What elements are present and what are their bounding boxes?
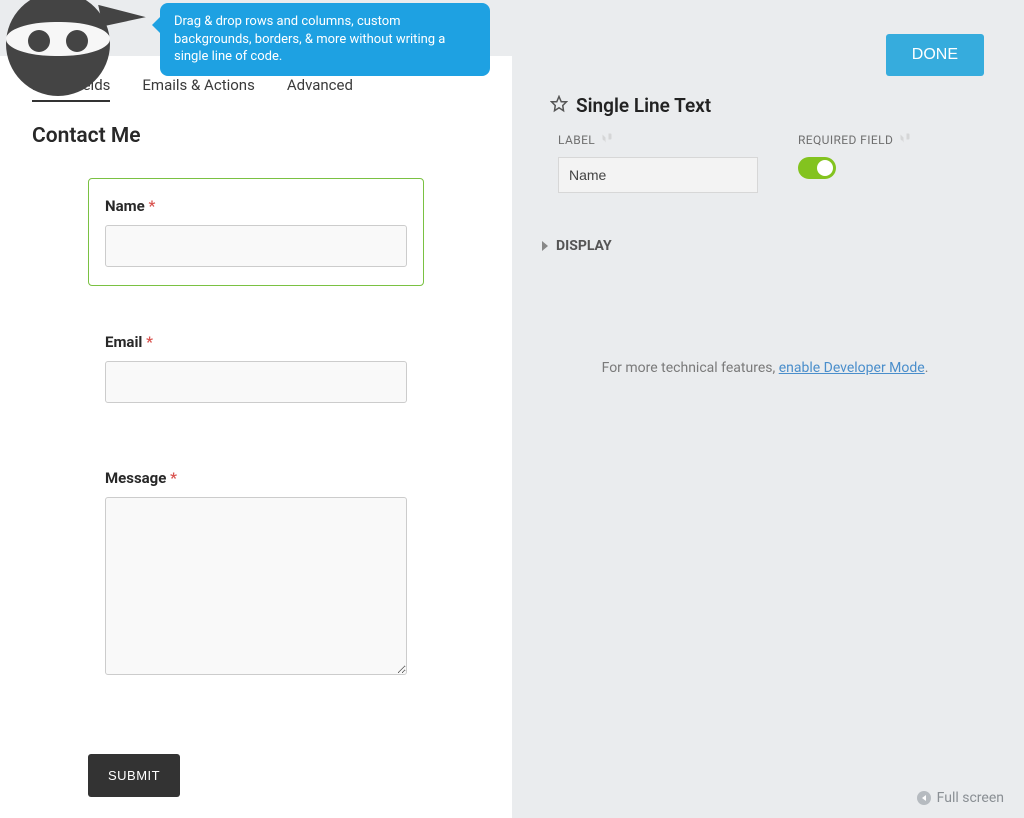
settings-header: Single Line Text	[550, 94, 711, 117]
field-email[interactable]: Email *	[88, 314, 424, 422]
arrow-left-icon	[917, 791, 931, 805]
field-name-label: Name *	[105, 197, 407, 215]
ninja-logo	[6, 0, 126, 112]
tab-emails-actions[interactable]: Emails & Actions	[142, 76, 254, 102]
fullscreen-label: Full screen	[937, 790, 1004, 806]
done-button[interactable]: DONE	[886, 34, 984, 76]
enable-dev-mode-link[interactable]: enable Developer Mode	[779, 360, 925, 376]
required-head: REQUIRED FIELD	[798, 133, 893, 147]
display-section[interactable]: DISPLAY	[542, 238, 612, 254]
field-name[interactable]: Name *	[88, 178, 424, 286]
star-icon	[550, 95, 568, 117]
setting-label: LABEL	[558, 132, 758, 193]
label-head: LABEL	[558, 133, 595, 147]
display-label: DISPLAY	[556, 238, 612, 254]
message-input[interactable]	[105, 497, 407, 675]
settings-title: Single Line Text	[576, 94, 711, 117]
settings-row: LABEL REQUIRED FIELD	[558, 132, 988, 193]
form-title: Contact Me	[32, 124, 480, 148]
email-input[interactable]	[105, 361, 407, 403]
chevron-right-icon	[542, 241, 548, 251]
required-toggle[interactable]	[798, 157, 836, 179]
tab-advanced[interactable]: Advanced	[287, 76, 353, 102]
label-input[interactable]	[558, 157, 758, 193]
setting-required: REQUIRED FIELD	[798, 132, 988, 193]
field-message-label: Message *	[105, 469, 407, 487]
thumbs-down-icon[interactable]	[601, 132, 613, 147]
field-email-label: Email *	[105, 333, 407, 351]
submit-button[interactable]: SUBMIT	[88, 754, 180, 797]
field-message[interactable]: Message *	[88, 450, 424, 698]
promo-bubble: Drag & drop rows and columns, custom bac…	[160, 3, 490, 76]
dev-note: For more technical features, enable Deve…	[540, 360, 990, 376]
form-preview: Name * Email * Message * SUBMIT	[32, 178, 480, 797]
editor-pane: Form Fields Emails & Actions Advanced Co…	[0, 56, 512, 818]
thumbs-down-icon[interactable]	[899, 132, 911, 147]
name-input[interactable]	[105, 225, 407, 267]
fullscreen-toggle[interactable]: Full screen	[917, 790, 1004, 806]
